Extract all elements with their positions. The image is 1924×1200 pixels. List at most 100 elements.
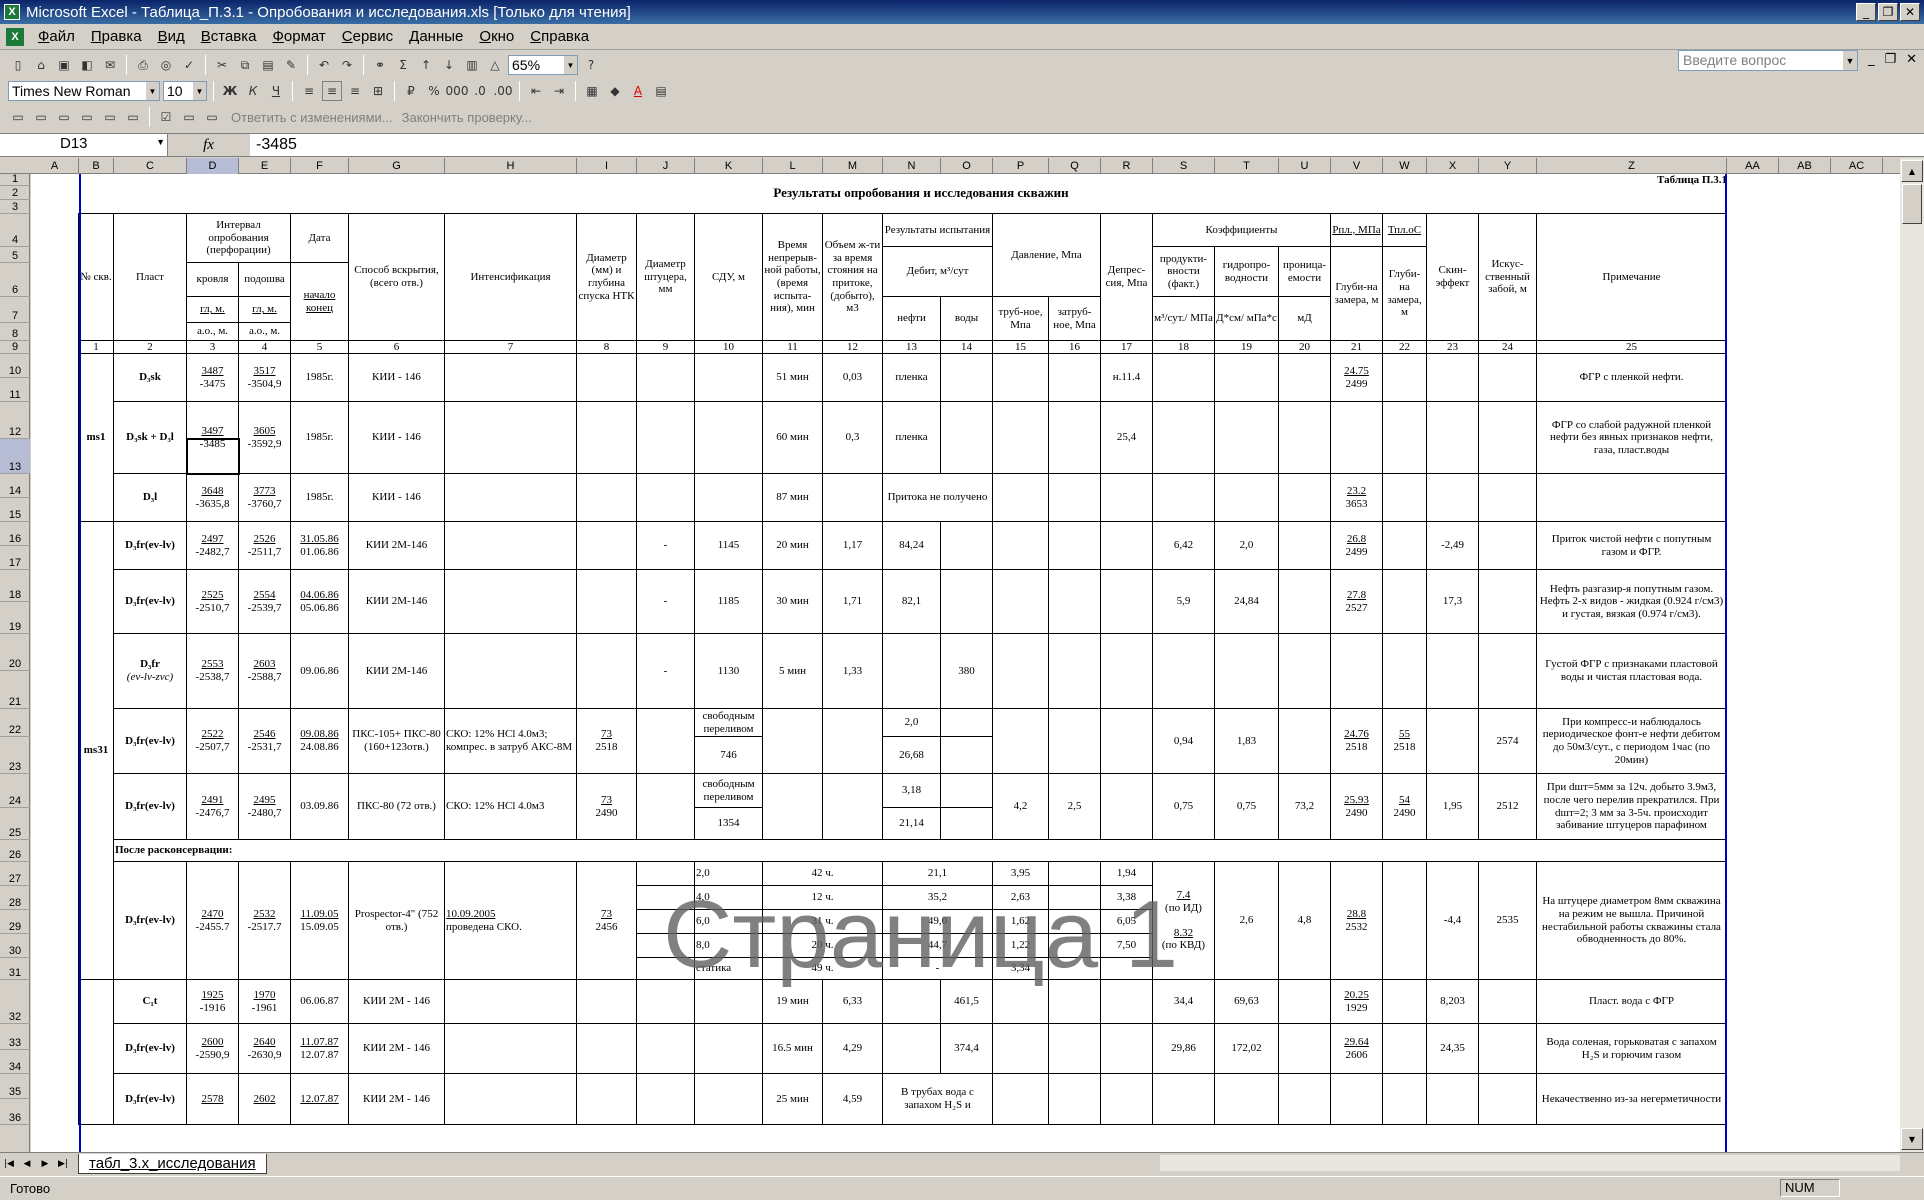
column-number[interactable]: 12 xyxy=(822,340,883,354)
review-icon-1[interactable]: ▭ xyxy=(8,107,28,127)
choke-cell[interactable] xyxy=(636,1073,695,1125)
paste-icon[interactable]: ▤ xyxy=(258,55,278,75)
header-top[interactable]: кровля xyxy=(186,262,239,297)
formula-input[interactable]: -3485 xyxy=(250,136,297,154)
row-header-12[interactable]: 12 xyxy=(0,402,30,439)
ntk-cell[interactable] xyxy=(576,633,637,709)
productivity-cell[interactable]: 34,4 xyxy=(1152,979,1215,1024)
date-cell[interactable]: 1985г. xyxy=(290,401,349,474)
layer-cell[interactable]: D₃sk + D₃l xyxy=(113,401,187,474)
column-header-t[interactable]: T xyxy=(1215,158,1279,174)
date-cell[interactable]: 11.07.87 12.07.87 xyxy=(290,1023,349,1074)
choke-diameter[interactable]: 2,0 xyxy=(694,861,763,886)
header-depth-m[interactable]: гл, м. xyxy=(186,296,239,323)
depression-cell[interactable] xyxy=(1100,633,1153,709)
menu-window[interactable]: Окно xyxy=(471,28,522,45)
column-header-e[interactable]: E xyxy=(239,158,291,174)
sheet-tab[interactable]: табл_3.х_исследования xyxy=(78,1153,267,1174)
header-annulus-pressure[interactable]: затруб-ное, Мпа xyxy=(1048,296,1101,341)
scroll-up-icon[interactable]: ▲ xyxy=(1901,160,1923,182)
remark-cell[interactable]: ФГР с пленкой нефти. xyxy=(1536,353,1727,402)
tube-pressure[interactable] xyxy=(992,708,1049,774)
chevron-down-icon[interactable]: ▼ xyxy=(564,56,577,74)
oil-debit[interactable]: 21,1 xyxy=(882,861,993,886)
time-cell[interactable]: 49 ч. xyxy=(762,957,883,980)
row-header-1[interactable]: 1 xyxy=(0,173,30,186)
header-method[interactable]: Способ вскрытия, (всего отв.) xyxy=(348,213,445,341)
menu-file[interactable]: Файл xyxy=(30,28,83,45)
remark-cell[interactable]: При dшт=5мм за 12ч. добыто 3.9м3, после … xyxy=(1536,773,1727,840)
permeability-cell[interactable] xyxy=(1278,353,1331,402)
prev-sheet-icon[interactable]: ◀ xyxy=(18,1155,36,1173)
column-number[interactable]: 20 xyxy=(1278,340,1331,354)
column-number[interactable]: 23 xyxy=(1426,340,1479,354)
tube-pressure[interactable]: 3,95 xyxy=(992,861,1049,886)
date-cell[interactable]: 11.09.05 15.09.05 xyxy=(290,861,349,980)
row-header-22[interactable]: 22 xyxy=(0,709,30,737)
row-header-29[interactable]: 29 xyxy=(0,910,30,934)
header-reservoir-temp[interactable]: Тпл.оС xyxy=(1382,213,1427,247)
date-cell[interactable]: 1985г. xyxy=(290,473,349,522)
scroll-down-icon[interactable]: ▼ xyxy=(1901,1128,1923,1150)
permeability-cell[interactable] xyxy=(1278,708,1331,774)
date-cell[interactable]: 1985г. xyxy=(290,353,349,402)
remark-cell[interactable]: Приток чистой нефти с попутным газом и Ф… xyxy=(1536,521,1727,570)
reservoir-temp-cell[interactable] xyxy=(1382,569,1427,634)
row-header-10[interactable]: 10 xyxy=(0,354,30,378)
tube-pressure[interactable]: 2,63 xyxy=(992,885,1049,910)
oil-debit[interactable]: 44,7 xyxy=(882,933,993,958)
row-header-11[interactable]: 11 xyxy=(0,378,30,402)
column-number[interactable]: 25 xyxy=(1536,340,1727,354)
tube-pressure[interactable]: 3,34 xyxy=(992,957,1049,980)
intensification-cell[interactable] xyxy=(444,1023,577,1074)
water-debit[interactable] xyxy=(940,708,993,737)
column-header-k[interactable]: K xyxy=(695,158,763,174)
hydroconductivity-cell[interactable]: 2,6 xyxy=(1214,861,1279,980)
oil-debit[interactable] xyxy=(882,633,941,709)
intensification-cell[interactable] xyxy=(444,473,577,522)
help-icon[interactable]: ? xyxy=(581,55,601,75)
skin-cell[interactable] xyxy=(1426,353,1479,402)
ntk-cell[interactable] xyxy=(576,521,637,570)
redo-icon[interactable]: ↷ xyxy=(337,55,357,75)
time-cell[interactable]: 51 мин xyxy=(762,353,823,402)
row-header-6[interactable]: 6 xyxy=(0,263,30,297)
top-depth[interactable]: 3497 -3485 xyxy=(186,401,239,474)
oil-debit[interactable]: 35,2 xyxy=(882,885,993,910)
header-debit[interactable]: Дебит, м³/сут xyxy=(882,246,993,297)
drawing-icon[interactable]: △ xyxy=(485,55,505,75)
workbook-icon[interactable]: X xyxy=(6,27,24,46)
header-intensification[interactable]: Интенсификация xyxy=(444,213,577,341)
name-box[interactable]: D13 ▼ xyxy=(0,134,168,156)
annulus-pressure[interactable] xyxy=(1048,633,1101,709)
oil-debit[interactable]: - xyxy=(882,957,993,980)
percent-icon[interactable]: % xyxy=(424,81,444,101)
annulus-pressure[interactable] xyxy=(1048,957,1101,980)
column-header-s[interactable]: S xyxy=(1153,158,1215,174)
column-header-n[interactable]: N xyxy=(883,158,941,174)
oil-debit[interactable]: Притока не получено xyxy=(882,473,993,522)
volume-cell[interactable]: 1,33 xyxy=(822,633,883,709)
column-header-i[interactable]: I xyxy=(577,158,637,174)
column-header-z[interactable]: Z xyxy=(1537,158,1727,174)
top-depth[interactable]: 2525 -2510,7 xyxy=(186,569,239,634)
remark-cell[interactable]: При компресс-и наблюдалось периодическое… xyxy=(1536,708,1727,774)
top-depth[interactable]: 1925 -1916 xyxy=(186,979,239,1024)
column-header-j[interactable]: J xyxy=(637,158,695,174)
choke-cell[interactable]: - xyxy=(636,521,695,570)
header-rpl-depth[interactable]: Глуби-на замера, м xyxy=(1330,246,1383,341)
layer-cell[interactable]: D₃fr (ev-lv-zvc) xyxy=(113,633,187,709)
row-header-32[interactable]: 32 xyxy=(0,980,30,1024)
font-name-select[interactable]: Times New Roman ▼ xyxy=(8,81,160,101)
row-header-8[interactable]: 8 xyxy=(0,323,30,341)
column-header-ac[interactable]: AC xyxy=(1831,158,1883,174)
reservoir-pressure-cell[interactable]: 25.93 2490 xyxy=(1330,773,1383,840)
choke-cell[interactable] xyxy=(636,708,695,774)
oil-debit[interactable]: пленка xyxy=(882,401,941,474)
print-icon[interactable]: ⎙ xyxy=(133,55,153,75)
water-debit[interactable]: 380 xyxy=(940,633,993,709)
header-coefficients[interactable]: Коэффициенты xyxy=(1152,213,1331,247)
choke-cell[interactable] xyxy=(636,773,695,840)
method-cell[interactable]: КИИ - 146 xyxy=(348,401,445,474)
column-header-r[interactable]: R xyxy=(1101,158,1153,174)
